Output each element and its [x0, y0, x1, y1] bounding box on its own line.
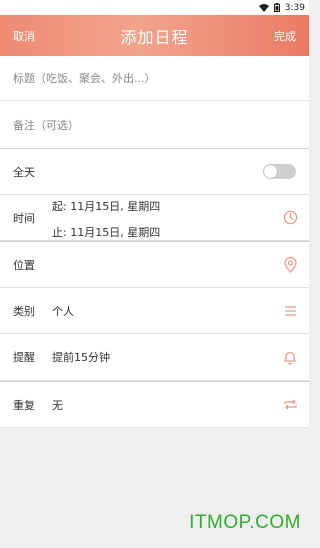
title-input[interactable]: 标题（吃饭、聚会、外出...）	[0, 56, 309, 101]
category-row[interactable]: 类别 个人	[0, 288, 309, 334]
header-bar: 取消 添加日程 完成	[0, 15, 309, 56]
end-time[interactable]: 止: 11月15日, 星期四	[52, 224, 271, 240]
time-row[interactable]: 时间 起: 11月15日, 星期四 止: 11月15日, 星期四	[0, 195, 309, 241]
repeat-value: 无	[52, 398, 63, 412]
all-day-label: 全天	[13, 165, 35, 179]
bell-icon[interactable]	[271, 350, 309, 365]
all-day-row: 全天	[0, 149, 309, 195]
toggle-knob	[264, 165, 277, 178]
note-input-placeholder: 备注（可选）	[13, 119, 79, 132]
cancel-button[interactable]: 取消	[13, 28, 35, 44]
repeat-label: 重复	[13, 398, 35, 412]
category-value: 个人	[52, 304, 74, 318]
reminder-row[interactable]: 提醒 提前15分钟	[0, 334, 309, 381]
repeat-icon[interactable]	[271, 398, 309, 411]
category-label: 类别	[13, 304, 35, 318]
status-bar: 3:39	[0, 0, 309, 15]
note-input[interactable]: 备注（可选）	[0, 101, 309, 149]
page-title: 添加日程	[120, 27, 189, 47]
title-input-placeholder: 标题（吃饭、聚会、外出...）	[13, 72, 156, 85]
repeat-row[interactable]: 重复 无	[0, 382, 309, 428]
location-row[interactable]: 位置	[0, 242, 309, 288]
status-time: 3:39	[284, 2, 305, 13]
location-label: 位置	[13, 258, 35, 272]
battery-icon	[273, 3, 280, 12]
reminder-value: 提前15分钟	[52, 351, 110, 364]
watermark-logo: ITMOP.COM	[189, 512, 301, 533]
clock-icon[interactable]	[271, 210, 309, 225]
menu-lines-icon[interactable]	[271, 305, 309, 317]
done-button[interactable]: 完成	[274, 28, 296, 44]
all-day-toggle[interactable]	[263, 164, 296, 179]
start-time[interactable]: 起: 11月15日, 星期四	[52, 198, 271, 214]
location-pin-icon[interactable]	[271, 256, 309, 273]
wifi-icon	[258, 3, 269, 12]
time-label: 时间	[13, 211, 35, 225]
reminder-label: 提醒	[13, 351, 35, 364]
